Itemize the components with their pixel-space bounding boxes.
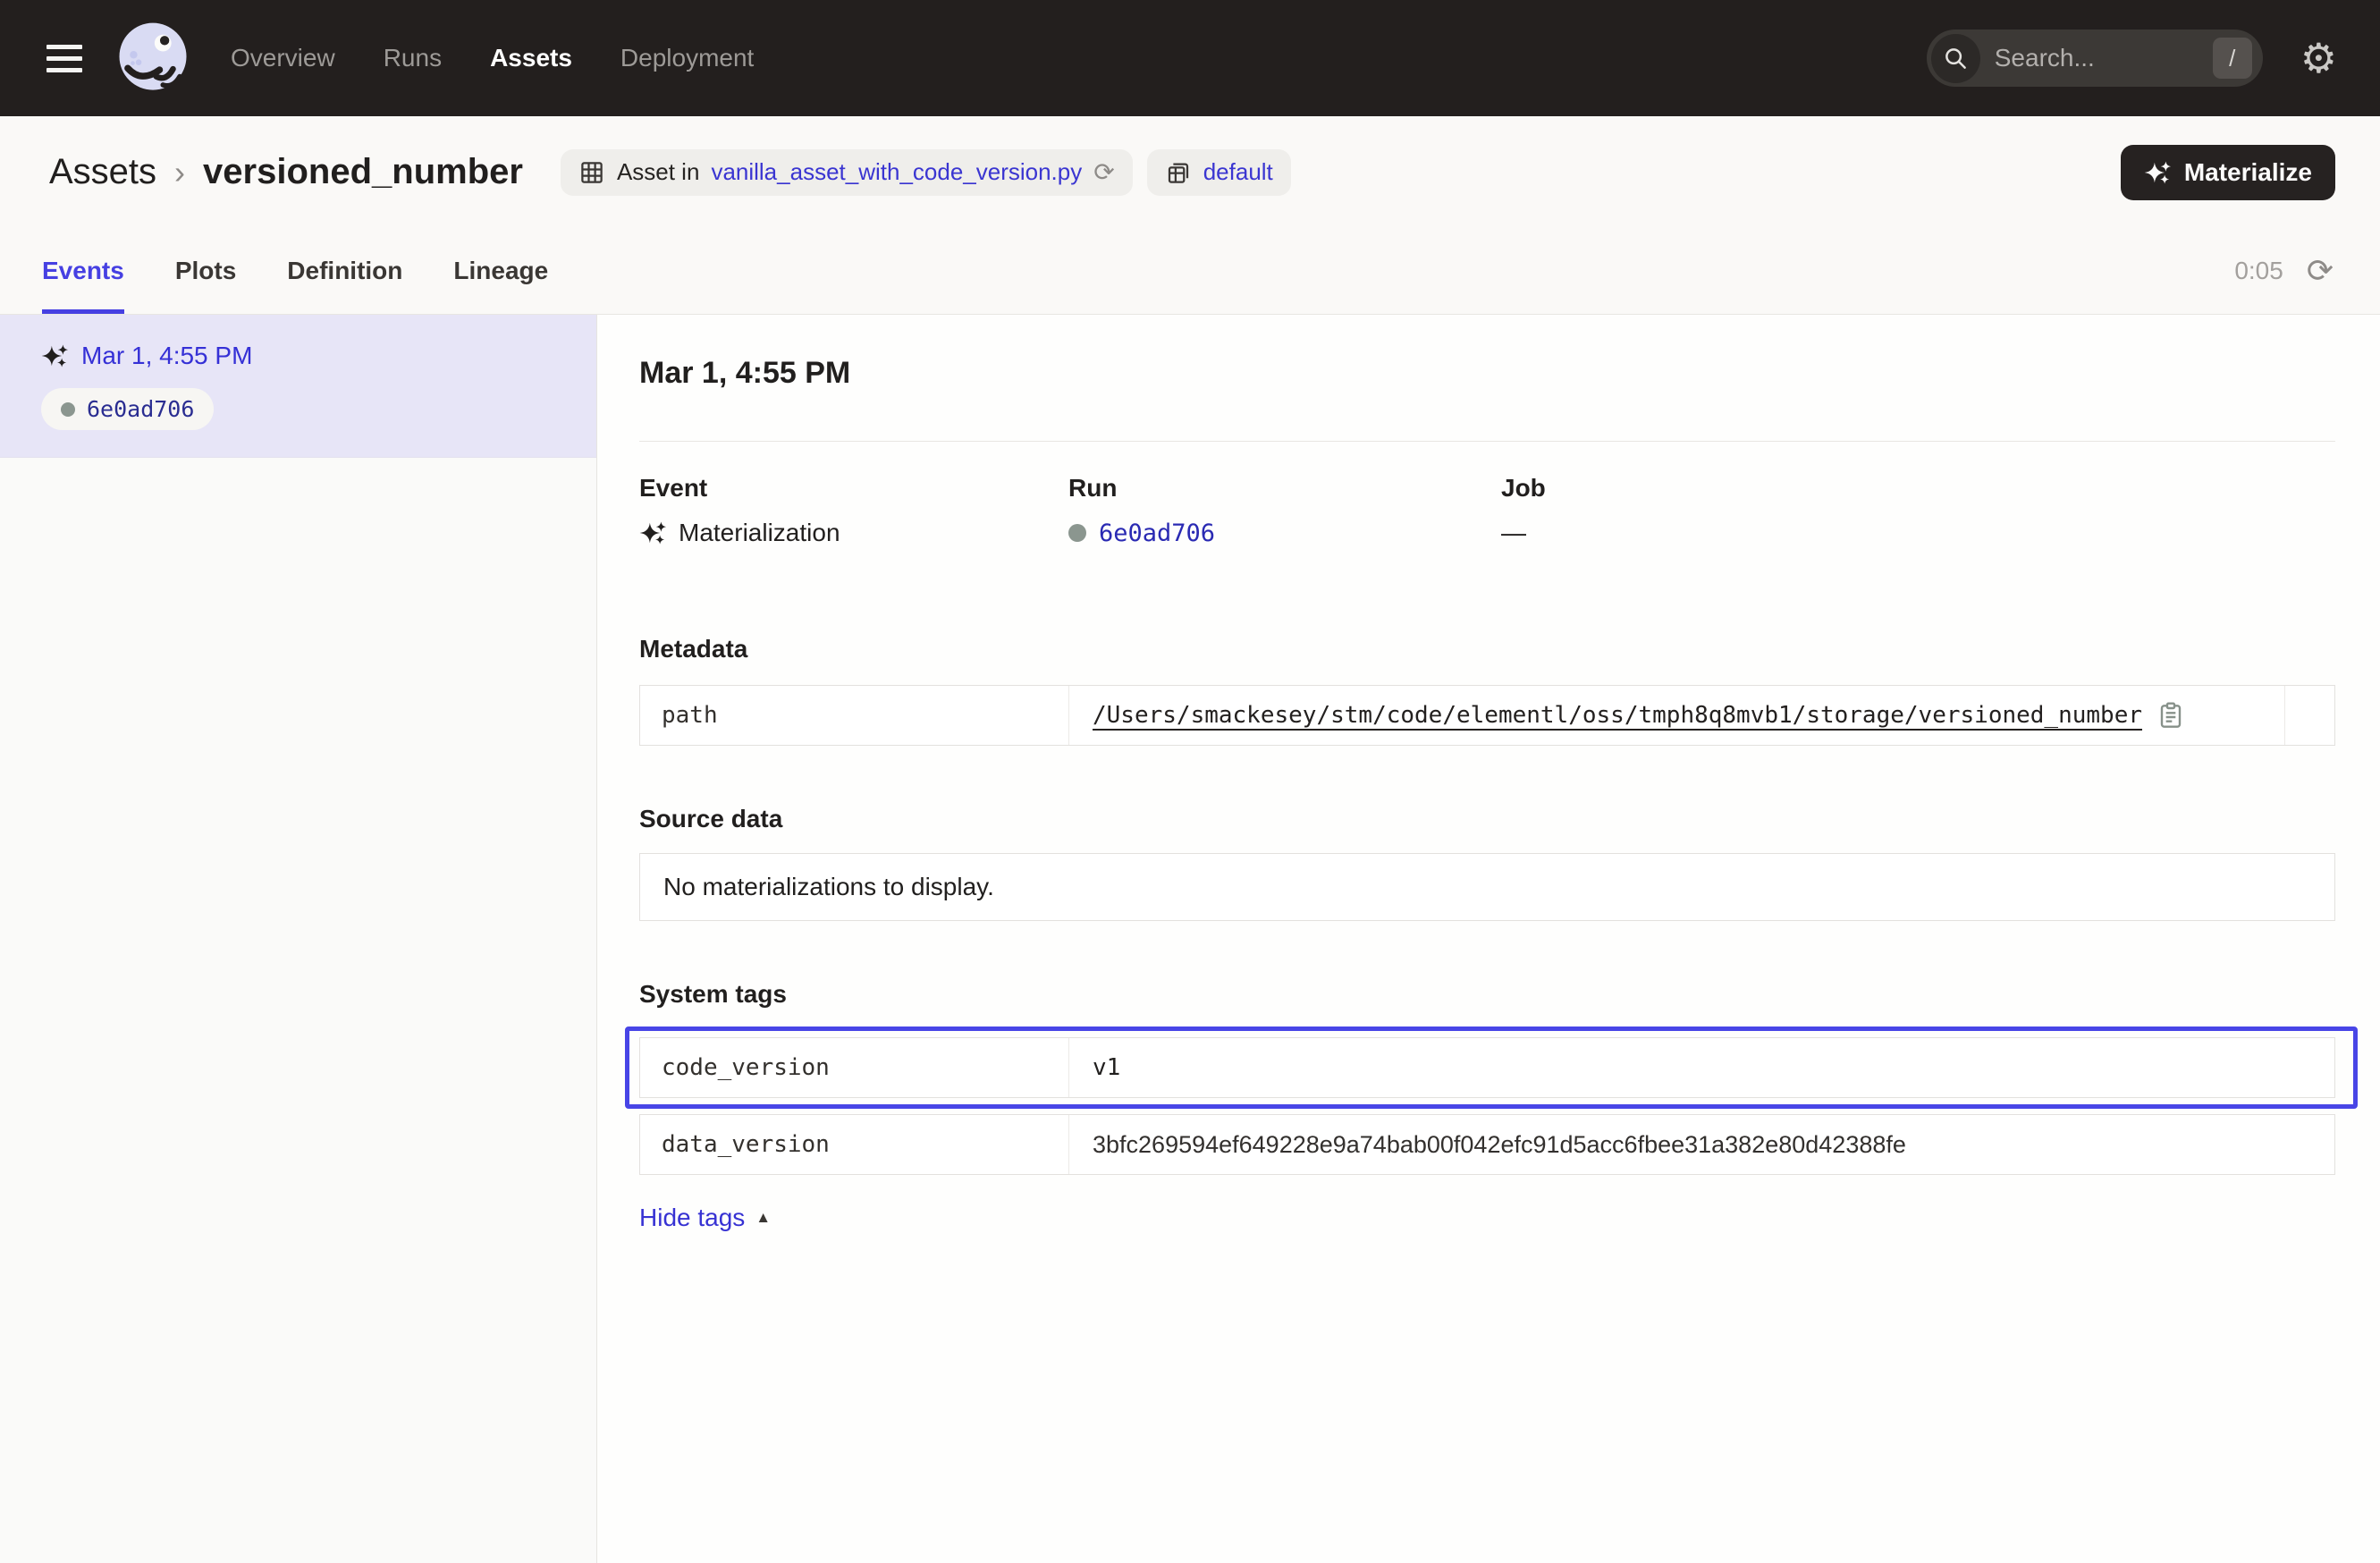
materialization-sparkle-icon (41, 342, 68, 369)
tabs-row: Events Plots Definition Lineage 0:05 ⟳ (0, 228, 2380, 315)
run-label: Run (1068, 474, 1501, 503)
tag-key-data-version: data_version (640, 1115, 1069, 1174)
asset-location-badge: Asset in vanilla_asset_with_code_version… (561, 149, 1133, 196)
top-nav: Overview Runs Assets Deployment / ⚙ (0, 0, 2380, 116)
event-detail-title: Mar 1, 4:55 PM (639, 356, 2335, 391)
nav-link-runs[interactable]: Runs (384, 44, 442, 72)
code-version-highlight-box: code_version v1 (625, 1027, 2358, 1109)
detail-divider (639, 441, 2335, 442)
materialization-sparkle-icon (639, 520, 666, 546)
source-data-heading: Source data (639, 805, 2335, 833)
group-badge: default (1147, 149, 1291, 196)
refresh-area: 0:05 ⟳ (2234, 228, 2334, 314)
tab-lineage[interactable]: Lineage (453, 228, 548, 314)
group-default-link[interactable]: default (1203, 158, 1273, 186)
event-type-value: Materialization (679, 519, 840, 547)
search-icon (1931, 34, 1980, 83)
tab-events[interactable]: Events (42, 228, 124, 314)
reload-file-icon[interactable]: ⟳ (1093, 160, 1114, 185)
tabs-spacer (548, 228, 2234, 314)
hide-tags-link[interactable]: Hide tags ▲ (639, 1204, 771, 1232)
event-label: Event (639, 474, 1068, 503)
content-area: Mar 1, 4:55 PM 6e0ad706 Mar 1, 4:55 PM E… (0, 315, 2380, 1563)
primary-nav: Overview Runs Assets Deployment (231, 44, 754, 72)
metadata-actions-cell (2284, 686, 2334, 745)
path-link[interactable]: /Users/smackesey/stm/code/elementl/oss/t… (1093, 702, 2142, 729)
event-summary: Event Materialization Run 6e0ad706 Job — (639, 474, 2335, 551)
metadata-key-path: path (640, 686, 1069, 745)
tag-value-data-version: 3bfc269594ef649228e9a74bab00f042efc91d5a… (1069, 1115, 2334, 1174)
run-pill[interactable]: 6e0ad706 (41, 388, 214, 430)
dagster-logo-icon[interactable] (113, 18, 193, 98)
system-tags-section: System tags code_version v1 data_version… (639, 980, 2335, 1232)
source-data-empty-message: No materializations to display. (663, 873, 994, 900)
tab-definition[interactable]: Definition (287, 228, 402, 314)
metadata-table: path /Users/smackesey/stm/code/elementl/… (639, 685, 2335, 746)
metadata-value-path: /Users/smackesey/stm/code/elementl/oss/t… (1069, 686, 2284, 745)
event-detail-pane: Mar 1, 4:55 PM Event Materialization Run… (597, 315, 2380, 1563)
source-data-section: Source data No materializations to displ… (639, 805, 2335, 921)
table-row: code_version v1 (639, 1037, 2335, 1098)
run-status-dot (1068, 524, 1086, 542)
nav-link-assets[interactable]: Assets (490, 44, 572, 72)
table-row: data_version 3bfc269594ef649228e9a74bab0… (639, 1114, 2335, 1175)
summary-run-col: Run 6e0ad706 (1068, 474, 1501, 551)
asset-file-link[interactable]: vanilla_asset_with_code_version.py (711, 158, 1082, 186)
sparkle-icon (2144, 159, 2171, 186)
nav-link-overview[interactable]: Overview (231, 44, 335, 72)
page-header: Assets › versioned_number Asset in vanil… (0, 116, 2380, 228)
materialize-button[interactable]: Materialize (2121, 145, 2335, 200)
summary-job-col: Job — (1501, 474, 2335, 551)
event-list-item-selected[interactable]: Mar 1, 4:55 PM 6e0ad706 (0, 315, 596, 458)
job-label: Job (1501, 474, 2335, 503)
header-badges: Asset in vanilla_asset_with_code_version… (561, 149, 1291, 196)
page-title: versioned_number (203, 152, 523, 192)
menu-button[interactable] (46, 45, 82, 72)
metadata-heading: Metadata (639, 635, 2335, 663)
copy-clipboard-icon[interactable] (2156, 701, 2185, 730)
refresh-icon[interactable]: ⟳ (2307, 255, 2334, 287)
breadcrumb-chevron-icon: › (174, 154, 185, 191)
nav-link-deployment[interactable]: Deployment (620, 44, 754, 72)
run-id-link[interactable]: 6e0ad706 (87, 396, 194, 422)
breadcrumb-assets-link[interactable]: Assets (49, 152, 156, 192)
hide-tags-label: Hide tags (639, 1204, 745, 1232)
system-tags-heading: System tags (639, 980, 2335, 1009)
run-id-link[interactable]: 6e0ad706 (1099, 520, 1215, 547)
metadata-section: Metadata path /Users/smackesey/stm/code/… (639, 635, 2335, 746)
gear-icon[interactable]: ⚙ (2300, 38, 2337, 79)
refresh-countdown: 0:05 (2234, 257, 2283, 285)
run-status-dot (61, 402, 75, 417)
tag-value-code-version: v1 (1069, 1038, 2334, 1097)
events-sidebar: Mar 1, 4:55 PM 6e0ad706 (0, 315, 597, 1563)
triangle-up-icon: ▲ (755, 1209, 771, 1227)
breadcrumb: Assets › versioned_number (49, 152, 523, 192)
source-data-empty-box: No materializations to display. (639, 853, 2335, 921)
group-layers-icon (1165, 159, 1192, 186)
search-shortcut-key: / (2213, 38, 2252, 79)
tag-key-code-version: code_version (640, 1038, 1069, 1097)
tab-plots[interactable]: Plots (175, 228, 236, 314)
event-timestamp-link[interactable]: Mar 1, 4:55 PM (81, 342, 252, 370)
asset-grid-icon (578, 159, 605, 186)
job-empty-value: — (1501, 519, 1526, 547)
search-input[interactable] (1995, 44, 2213, 72)
materialize-button-label: Materialize (2184, 158, 2312, 187)
asset-location-prefix: Asset in (617, 158, 700, 186)
search-box[interactable]: / (1927, 30, 2263, 87)
asset-tabs: Events Plots Definition Lineage (42, 228, 548, 314)
summary-event-col: Event Materialization (639, 474, 1068, 551)
